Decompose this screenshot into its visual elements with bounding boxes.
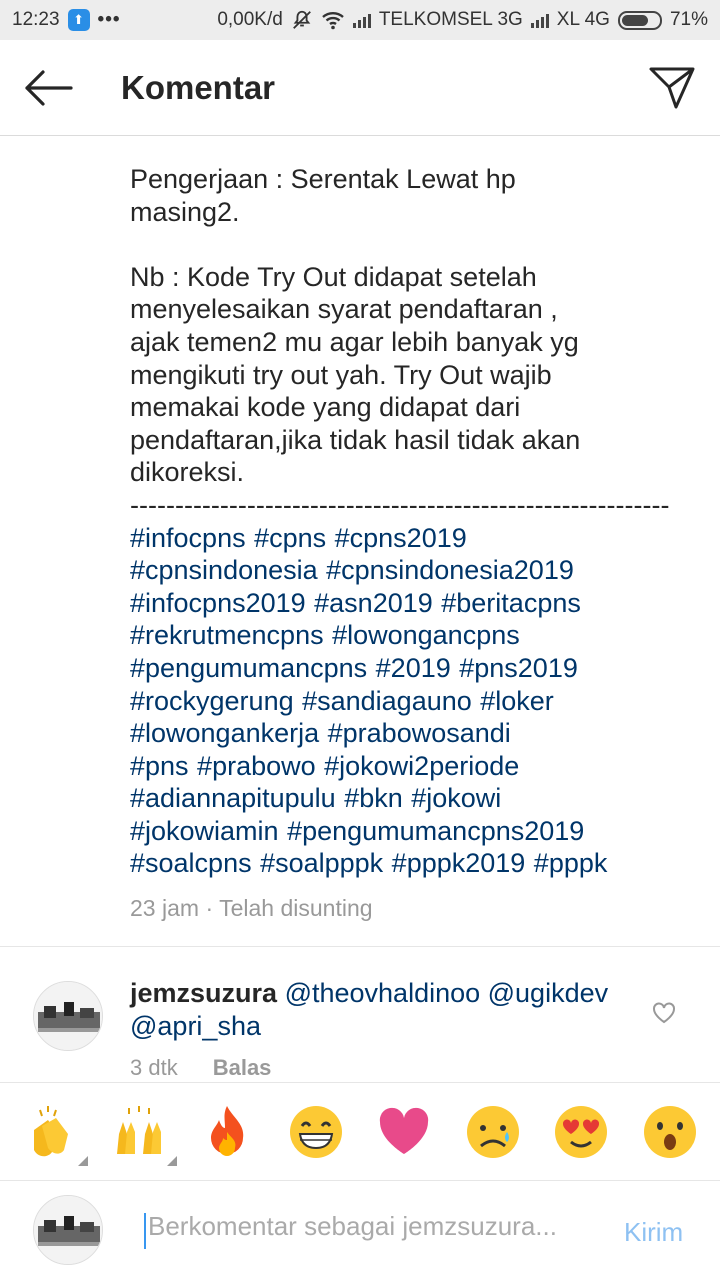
hashtag-line[interactable]: #infocpns #cpns #cpns2019 [130, 522, 690, 555]
caption-time: 23 jam [130, 895, 200, 921]
mute-icon [292, 10, 311, 29]
crying-face-icon [466, 1105, 519, 1158]
paper-plane-icon [649, 67, 695, 108]
surprised-face-icon [643, 1105, 696, 1158]
signal-icon [530, 12, 549, 28]
reply-button[interactable]: Balas [213, 1055, 272, 1081]
raising-hands-icon [116, 1105, 161, 1154]
hashtag-line[interactable]: #pengumumancpns #2019 #pns2019 [130, 652, 690, 685]
heart-eyes-icon [555, 1105, 608, 1158]
more-notifications-icon: ••• [97, 9, 121, 30]
mention[interactable]: @theovhaldinoo @ugikdev [285, 978, 609, 1008]
clapping-hands-icon [34, 1105, 69, 1156]
hashtag-line[interactable]: #soalcpns #soalpppk #pppk2019 #pppk [130, 847, 690, 880]
avatar-photo-icon [34, 982, 102, 1050]
hashtag-list: #infocpns #cpns #cpns2019 #cpnsindonesia… [130, 522, 690, 881]
back-arrow-icon [25, 69, 73, 106]
avatar [33, 1195, 103, 1265]
crying-face-emoji-button[interactable] [463, 1102, 523, 1162]
comment-time: 3 dtk [130, 1055, 178, 1080]
direct-share-button[interactable] [624, 40, 720, 136]
grinning-face-emoji-button[interactable] [286, 1102, 346, 1162]
battery-text: 71% [669, 9, 708, 30]
hashtag-line[interactable]: #rockygerung #sandiagauno #loker [130, 685, 690, 718]
raising-hands-emoji-button[interactable] [109, 1102, 177, 1166]
status-bar: 12:23 ⬆ ••• 0,00K/d TELKOMSEL 3G XL 4G 7… [0, 0, 720, 40]
app-header: Komentar [0, 40, 720, 136]
carrier-1: TELKOMSEL 3G [378, 9, 523, 30]
clapping-hands-emoji-button[interactable] [20, 1102, 89, 1166]
fire-icon [211, 1105, 244, 1156]
post-comment-button[interactable]: Kirim [624, 1217, 683, 1248]
heart-icon [380, 1107, 429, 1154]
hashtag-line[interactable]: #lowongankerja #prabowosandi [130, 717, 690, 750]
grinning-face-icon [289, 1105, 342, 1158]
surprised-face-emoji-button[interactable] [640, 1102, 700, 1162]
status-time: 12:23 [12, 9, 60, 30]
hashtag-line[interactable]: #rekrutmencpns #lowongancpns [130, 619, 690, 652]
caption-paragraph-1: Pengerjaan : Serentak Lewat hp masing2. [130, 164, 516, 227]
post-caption: Pengerjaan : Serentak Lewat hp masing2. … [130, 163, 690, 880]
avatar[interactable] [33, 981, 103, 1051]
text-cursor [144, 1213, 146, 1249]
caption-paragraph-2: Nb : Kode Try Out didapat setelah menyel… [130, 261, 581, 488]
comment-username[interactable]: jemzsuzura [130, 978, 277, 1008]
fire-emoji-button[interactable] [197, 1102, 257, 1162]
hashtag-line[interactable]: #pns #prabowo #jokowi2periode [130, 750, 690, 783]
caption-meta: 23 jam · Telah disunting [130, 895, 373, 922]
caption-divider: ----------------------------------------… [130, 489, 670, 520]
avatar-photo-icon [34, 1196, 102, 1264]
comment-composer: Berkomentar sebagai jemzsuzura... Kirim [0, 1180, 720, 1280]
hashtag-line[interactable]: #cpnsindonesia #cpnsindonesia2019 [130, 554, 690, 587]
page-title: Komentar [121, 68, 276, 106]
upload-icon: ⬆ [67, 9, 90, 31]
heart-eyes-emoji-button[interactable] [551, 1102, 611, 1162]
meta-separator: · [205, 895, 214, 921]
hashtag-line[interactable]: #jokowiamin #pengumumancpns2019 [130, 815, 690, 848]
divider [0, 946, 720, 947]
comment-input[interactable]: Berkomentar sebagai jemzsuzura... [144, 1211, 594, 1251]
comment-text: jemzsuzura @theovhaldinoo @ugikdev @apri… [130, 977, 630, 1042]
comment-input-placeholder: Berkomentar sebagai jemzsuzura... [148, 1211, 557, 1241]
edited-label: Telah disunting [219, 895, 373, 921]
heart-outline-icon [653, 1002, 675, 1024]
signal-icon [352, 12, 371, 28]
mention[interactable]: @apri_sha [130, 1011, 261, 1041]
wifi-icon [322, 12, 344, 30]
carrier-2: XL 4G [556, 9, 610, 30]
back-button[interactable] [0, 40, 96, 136]
hashtag-line[interactable]: #infocpns2019 #asn2019 #beritacpns [130, 587, 690, 620]
network-speed: 0,00K/d [217, 9, 283, 30]
like-comment-button[interactable] [651, 1000, 677, 1026]
battery-icon [617, 10, 662, 30]
comment-item: jemzsuzura @theovhaldinoo @ugikdev @apri… [0, 975, 720, 1085]
heart-emoji-button[interactable] [374, 1102, 434, 1162]
quick-emoji-bar [0, 1082, 720, 1180]
hashtag-line[interactable]: #adiannapitupulu #bkn #jokowi [130, 782, 690, 815]
comment-meta: 3 dtk Balas [130, 1055, 271, 1081]
